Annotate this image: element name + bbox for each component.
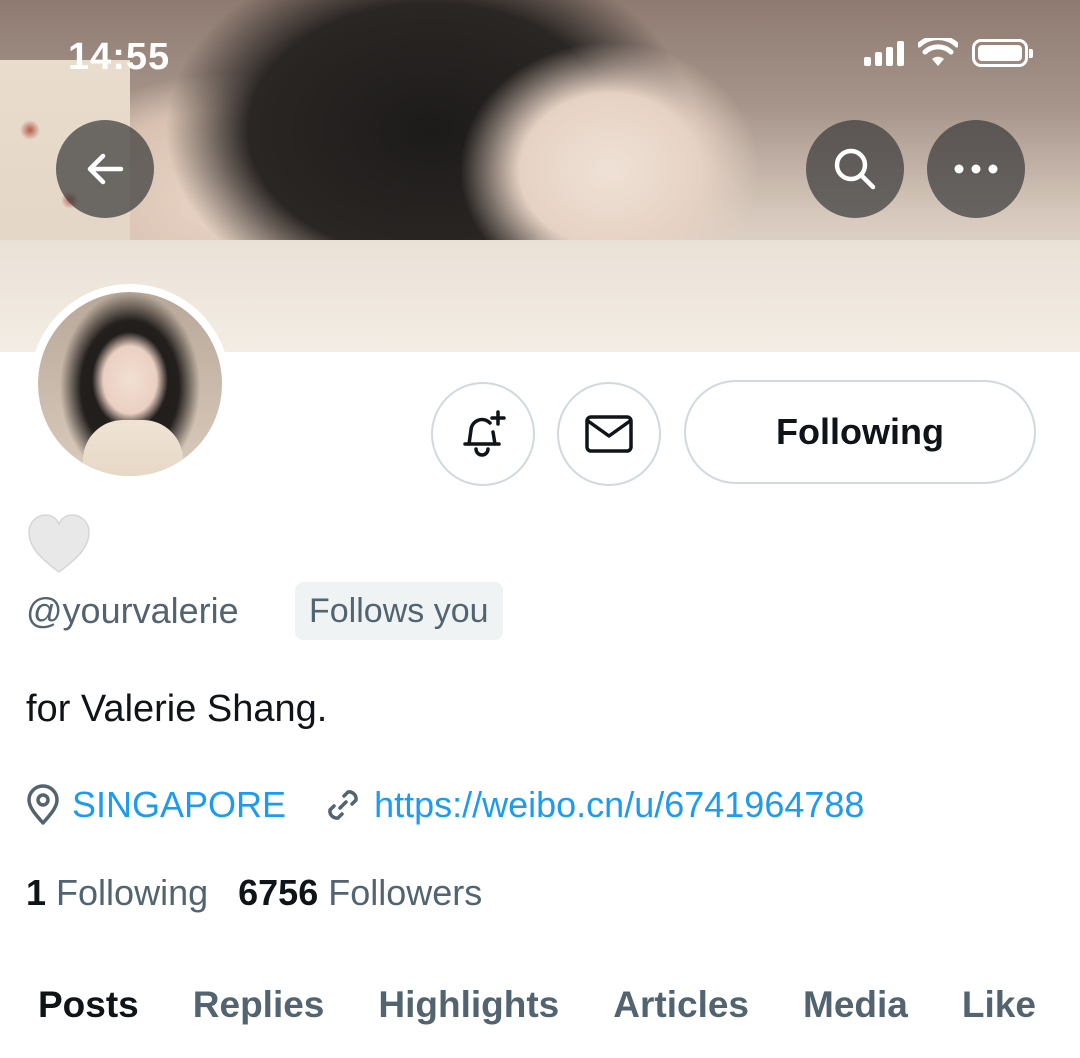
status-icons bbox=[864, 36, 1033, 70]
following-count-link[interactable]: 1 Following bbox=[26, 872, 208, 914]
followers-count: 6756 bbox=[238, 872, 319, 913]
profile-bio: for Valerie Shang. bbox=[26, 688, 328, 730]
display-name-heart-icon bbox=[28, 514, 90, 573]
follow-counts: 1 Following 6756 Followers bbox=[26, 872, 482, 914]
following-label: Following bbox=[56, 872, 209, 913]
signal-icon bbox=[864, 40, 904, 66]
profile-meta: SINGAPORE https://weibo.cn/u/6741964788 bbox=[24, 780, 864, 830]
back-button[interactable] bbox=[56, 120, 154, 218]
location-item: SINGAPORE bbox=[24, 784, 286, 826]
tab-posts[interactable]: Posts bbox=[38, 984, 139, 1036]
search-button[interactable] bbox=[806, 120, 904, 218]
website-item[interactable]: https://weibo.cn/u/6741964788 bbox=[322, 784, 864, 826]
bell-plus-icon bbox=[463, 410, 506, 457]
location-text: SINGAPORE bbox=[72, 784, 287, 825]
battery-icon bbox=[972, 39, 1033, 67]
wifi-icon bbox=[918, 38, 958, 66]
following-count: 1 bbox=[26, 872, 47, 913]
search-icon bbox=[834, 148, 876, 190]
tab-media[interactable]: Media bbox=[803, 984, 908, 1036]
tab-likes[interactable]: Like bbox=[962, 984, 1036, 1036]
tab-articles[interactable]: Articles bbox=[613, 984, 749, 1036]
profile-avatar[interactable] bbox=[30, 284, 230, 484]
following-button[interactable]: Following bbox=[684, 380, 1036, 484]
more-horizontal-icon bbox=[954, 164, 998, 174]
message-button[interactable] bbox=[557, 382, 661, 486]
location-pin-icon bbox=[27, 784, 59, 825]
tab-highlights[interactable]: Highlights bbox=[378, 984, 559, 1036]
followers-label: Followers bbox=[328, 872, 483, 913]
more-button[interactable] bbox=[927, 120, 1025, 218]
envelope-icon bbox=[585, 415, 633, 453]
website-link[interactable]: https://weibo.cn/u/6741964788 bbox=[374, 784, 864, 826]
link-icon bbox=[328, 790, 358, 820]
status-time: 14:55 bbox=[68, 36, 171, 78]
notifications-button[interactable] bbox=[431, 382, 535, 486]
profile-tabs: Posts Replies Highlights Articles Media … bbox=[38, 984, 1036, 1036]
followers-count-link[interactable]: 6756 Followers bbox=[238, 872, 482, 914]
follows-you-badge: Follows you bbox=[295, 582, 503, 640]
user-handle: @yourvalerie bbox=[26, 590, 239, 631]
avatar-photo bbox=[38, 292, 222, 476]
tab-replies[interactable]: Replies bbox=[193, 984, 325, 1036]
arrow-left-icon bbox=[87, 153, 124, 185]
